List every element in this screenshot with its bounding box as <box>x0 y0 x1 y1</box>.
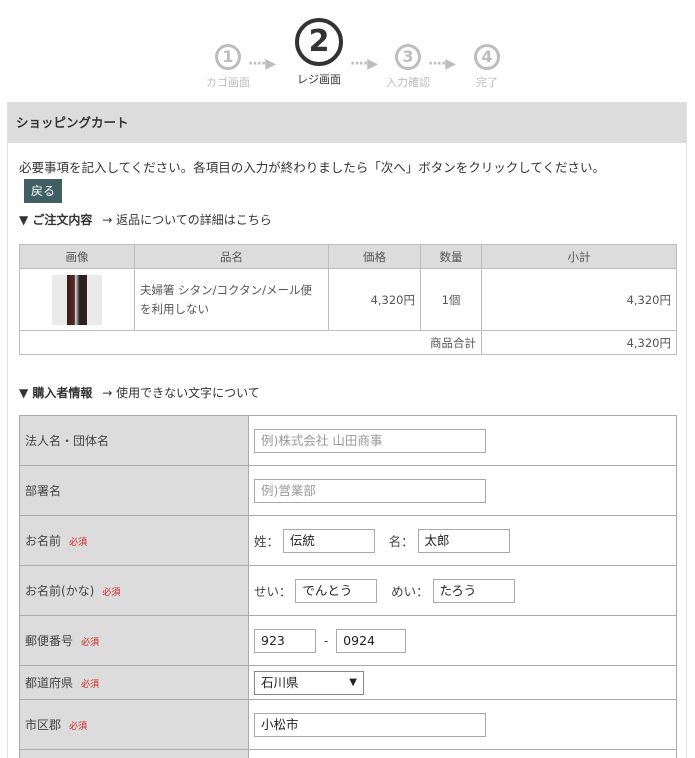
row-kana: お名前(かな) 必須 せい： でんとう めい： たろう <box>19 565 677 616</box>
kana-label: お名前(かな) <box>25 584 95 598</box>
cart-panel: ショッピングカート 必要事項を記入してください。各項目の入力が終わりましたら「次… <box>7 102 687 758</box>
step-arrow-icon: ····▶ <box>350 56 378 72</box>
col-image: 画像 <box>19 244 135 269</box>
total-row: 商品合計 4,320円 <box>19 330 677 355</box>
required-badge: 必須 <box>69 538 88 548</box>
step-number: 1 <box>215 44 241 70</box>
required-badge: 必須 <box>102 588 121 598</box>
step-register: 2 レジ画面 <box>292 18 346 87</box>
dept-label: 部署名 <box>19 465 249 516</box>
step-label: カゴ画面 <box>206 76 250 89</box>
dept-input[interactable]: 例)営業部 <box>254 478 486 503</box>
pref-label-cell: 都道府県 必須 <box>19 665 249 700</box>
chevron-down-icon: ▼ <box>349 676 357 688</box>
product-subtotal: 4,320円 <box>481 268 677 331</box>
step-label: レジ画面 <box>297 73 341 86</box>
table-row: 夫婦箸 シタン/コクタン/メール便を利用しない 4,320円 1個 4,320円 <box>19 268 677 331</box>
zip-separator: - <box>323 633 329 648</box>
col-name: 品名 <box>134 244 329 269</box>
zip2-input[interactable]: 0924 <box>336 628 407 653</box>
buyer-heading-label: ▼ 購入者情報 <box>19 386 93 400</box>
order-heading: ▼ ご注文内容 → 返品についての詳細はこちら <box>19 211 272 228</box>
step-arrow-icon: ····▶ <box>428 56 456 72</box>
row-company: 法人名・団体名 例)株式会社 山田商事 <box>19 415 677 466</box>
name-label-cell: お名前 必須 <box>19 515 249 566</box>
pref-select[interactable]: 石川県 ▼ <box>254 670 364 695</box>
zip-label: 郵便番号 <box>25 634 74 648</box>
required-badge: 必須 <box>69 722 88 732</box>
mei-kana-label: めい： <box>391 584 429 599</box>
buyer-heading: ▼ 購入者情報 → 使用できない文字について <box>19 384 260 401</box>
product-image <box>52 274 102 325</box>
name-label: お名前 <box>25 534 62 548</box>
order-header-row: 画像 品名 価格 数量 小計 <box>19 244 677 269</box>
next-value-cell <box>248 749 677 758</box>
row-pref: 都道府県 必須 石川県 ▼ <box>19 665 677 700</box>
cart-title: ショッピングカート <box>8 103 686 143</box>
zip-label-cell: 郵便番号 必須 <box>19 615 249 666</box>
row-zip: 郵便番号 必須 923 - 0924 <box>19 615 677 666</box>
row-dept: 部署名 例)営業部 <box>19 465 677 516</box>
sei-label: 姓： <box>254 534 280 549</box>
step-number: 4 <box>474 44 500 70</box>
step-number: 2 <box>295 18 343 66</box>
city-input[interactable]: 小松市 <box>254 712 486 737</box>
mei-input[interactable]: 太郎 <box>417 528 510 553</box>
company-input[interactable]: 例)株式会社 山田商事 <box>254 428 486 453</box>
product-name: 夫婦箸 シタン/コクタン/メール便を利用しない <box>134 268 329 331</box>
row-next <box>19 749 677 758</box>
mei-label: 名： <box>388 534 414 549</box>
pref-label: 都道府県 <box>25 676 74 690</box>
mei-kana-input[interactable]: たろう <box>432 578 515 603</box>
sei-kana-label: せい： <box>254 584 292 599</box>
col-subtotal: 小計 <box>481 244 677 269</box>
step-confirm: 3 入力確認 <box>382 18 434 90</box>
intro-text: 必要事項を記入してください。各項目の入力が終わりましたら「次へ」ボタンをクリック… <box>19 160 606 175</box>
order-heading-label: ▼ ご注文内容 <box>19 213 93 227</box>
col-qty: 数量 <box>420 244 482 269</box>
back-button[interactable]: 戻る <box>24 179 62 203</box>
required-badge: 必須 <box>81 638 100 648</box>
step-label: 入力確認 <box>386 76 430 89</box>
step-arrow-icon: ····▶ <box>248 56 276 72</box>
returns-link[interactable]: → 返品についての詳細はこちら <box>102 213 272 227</box>
next-label-cell <box>19 749 249 758</box>
city-label: 市区郡 <box>25 718 62 732</box>
checkout-steps: 1 カゴ画面 ····▶ 2 レジ画面 ····▶ 3 入力確認 ····▶ 4… <box>0 18 695 98</box>
col-price: 価格 <box>328 244 421 269</box>
step-label: 完了 <box>476 76 498 89</box>
product-qty: 1個 <box>420 268 482 331</box>
buyer-table: 法人名・団体名 例)株式会社 山田商事 部署名 例)営業部 お名前 必須 姓： 伝… <box>19 415 677 758</box>
step-number: 3 <box>395 44 421 70</box>
total-label: 商品合計 <box>19 330 482 355</box>
total-value: 4,320円 <box>481 330 677 355</box>
sei-kana-input[interactable]: でんとう <box>295 578 378 603</box>
pref-selected-value: 石川県 <box>261 674 299 690</box>
required-badge: 必須 <box>81 680 100 690</box>
step-complete: 4 完了 <box>472 18 502 90</box>
product-image-cell <box>19 268 135 331</box>
step-cart: 1 カゴ画面 <box>203 18 253 90</box>
unusable-chars-link[interactable]: → 使用できない文字について <box>102 386 260 400</box>
city-label-cell: 市区郡 必須 <box>19 699 249 750</box>
zip1-input[interactable]: 923 <box>254 628 316 653</box>
company-label: 法人名・団体名 <box>19 415 249 466</box>
kana-label-cell: お名前(かな) 必須 <box>19 565 249 616</box>
row-city: 市区郡 必須 小松市 <box>19 699 677 750</box>
row-name: お名前 必須 姓： 伝統 名： 太郎 <box>19 515 677 566</box>
order-table: 画像 品名 価格 数量 小計 夫婦箸 シタン/コクタン/メール便を利用しない 4… <box>19 244 677 355</box>
sei-input[interactable]: 伝統 <box>282 528 375 553</box>
product-price: 4,320円 <box>328 268 421 331</box>
